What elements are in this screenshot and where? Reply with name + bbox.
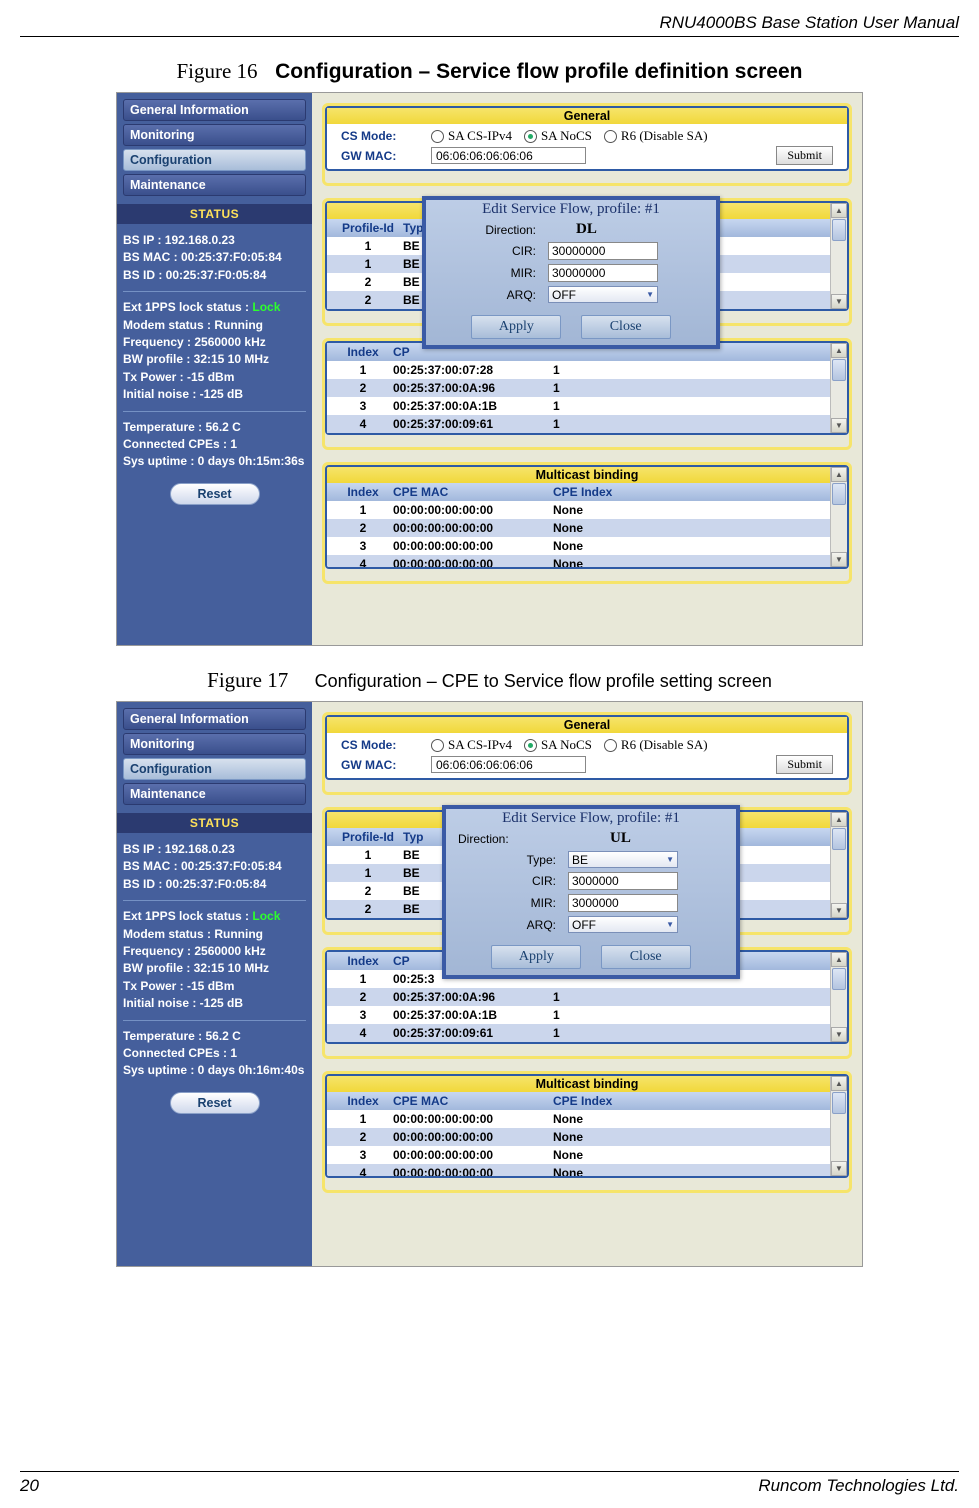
- gw-mac-label: GW MAC:: [341, 149, 431, 163]
- mir-input[interactable]: 30000000: [548, 264, 658, 282]
- footer-company: Runcom Technologies Ltd.: [758, 1476, 959, 1496]
- submit-button[interactable]: Submit: [776, 755, 833, 774]
- cs-mode-label: CS Mode:: [341, 129, 431, 143]
- apply-button[interactable]: Apply: [491, 945, 581, 969]
- cpe-scrollbar[interactable]: ▲▼: [830, 343, 847, 433]
- radio-r6[interactable]: R6 (Disable SA): [604, 737, 708, 753]
- chevron-down-icon: ▼: [666, 920, 674, 929]
- doc-header: RNU4000BS Base Station User Manual: [20, 12, 959, 36]
- reset-button[interactable]: Reset: [170, 1092, 260, 1114]
- scroll-down-icon[interactable]: ▼: [831, 294, 847, 309]
- mcast-scrollbar[interactable]: ▲▼: [830, 467, 847, 567]
- gw-mac-input[interactable]: 06:06:06:06:06:06: [431, 147, 586, 164]
- nav-configuration[interactable]: Configuration: [123, 149, 306, 171]
- nav-general-information[interactable]: General Information: [123, 99, 306, 121]
- figure16-caption: Figure 16 Configuration – Service flow p…: [20, 59, 959, 84]
- reset-button[interactable]: Reset: [170, 483, 260, 505]
- screenshot-fig17: General Information Monitoring Configura…: [116, 701, 863, 1267]
- submit-button[interactable]: Submit: [776, 146, 833, 165]
- sidebar: General Information Monitoring Configura…: [117, 702, 312, 1266]
- close-button[interactable]: Close: [601, 945, 691, 969]
- nav-monitoring[interactable]: Monitoring: [123, 733, 306, 755]
- figure17-caption: Figure 17 Configuration – CPE to Service…: [20, 668, 959, 693]
- radio-r6[interactable]: R6 (Disable SA): [604, 128, 708, 144]
- radio-sa-nocs[interactable]: SA NoCS: [524, 737, 592, 753]
- type-select[interactable]: BE▼: [568, 851, 678, 868]
- screenshot-fig16: General Information Monitoring Configura…: [116, 92, 863, 646]
- sfp-scrollbar[interactable]: ▲▼: [830, 203, 847, 309]
- edit-service-flow-dialog: Edit Service Flow, profile: #1 Direction…: [442, 805, 740, 979]
- radio-sa-nocs[interactable]: SA NoCS: [524, 128, 592, 144]
- nav-monitoring[interactable]: Monitoring: [123, 124, 306, 146]
- chevron-down-icon: ▼: [646, 290, 654, 299]
- edit-service-flow-dialog: Edit Service Flow, profile: #1 Direction…: [422, 196, 720, 349]
- status-heading: STATUS: [117, 813, 312, 833]
- close-button[interactable]: Close: [581, 315, 671, 339]
- arq-select[interactable]: OFF▼: [548, 286, 658, 303]
- status-heading: STATUS: [117, 204, 312, 224]
- gw-mac-input[interactable]: 06:06:06:06:06:06: [431, 756, 586, 773]
- status-block: BS IP : 192.168.0.23 BS MAC : 00:25:37:F…: [123, 232, 306, 471]
- apply-button[interactable]: Apply: [471, 315, 561, 339]
- arq-select[interactable]: OFF▼: [568, 916, 678, 933]
- sidebar: General Information Monitoring Configura…: [117, 93, 312, 645]
- radio-sa-cs-ipv4[interactable]: SA CS-IPv4: [431, 737, 512, 753]
- popup-title: Edit Service Flow, profile: #1: [426, 200, 716, 219]
- scroll-up-icon[interactable]: ▲: [831, 203, 847, 218]
- chevron-down-icon: ▼: [666, 855, 674, 864]
- general-panel-title: General: [327, 108, 847, 124]
- mir-input[interactable]: 3000000: [568, 894, 678, 912]
- multicast-title: Multicast binding: [327, 467, 847, 483]
- nav-maintenance[interactable]: Maintenance: [123, 783, 306, 805]
- nav-general-information[interactable]: General Information: [123, 708, 306, 730]
- cir-input[interactable]: 30000000: [548, 242, 658, 260]
- page-number: 20: [20, 1476, 39, 1496]
- cir-input[interactable]: 3000000: [568, 872, 678, 890]
- nav-configuration[interactable]: Configuration: [123, 758, 306, 780]
- radio-sa-cs-ipv4[interactable]: SA CS-IPv4: [431, 128, 512, 144]
- nav-maintenance[interactable]: Maintenance: [123, 174, 306, 196]
